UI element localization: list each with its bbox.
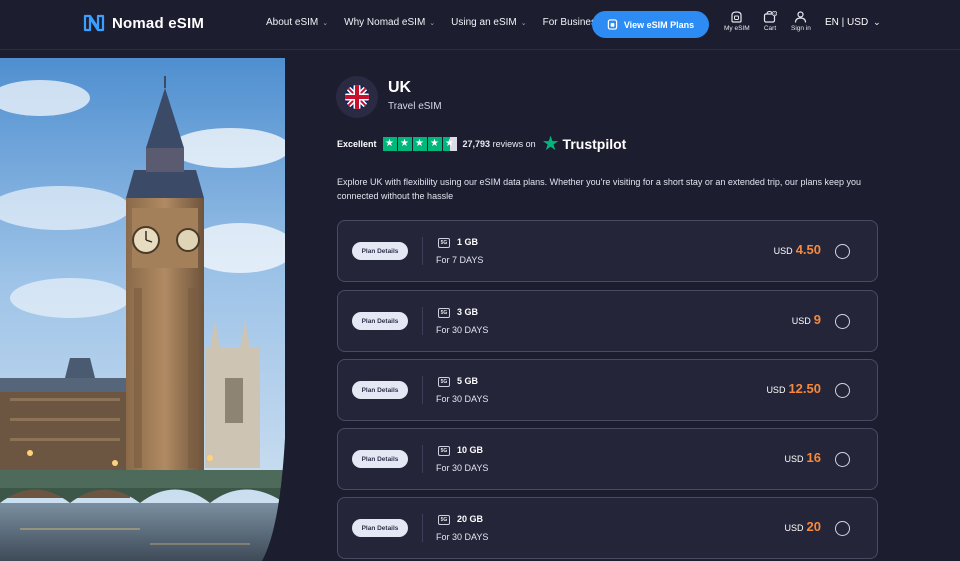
trustpilot-rating[interactable]: Excellent ★ ★ ★ ★ ★ 27,793 reviews on ★ … xyxy=(337,134,626,154)
hero-image-big-ben xyxy=(0,58,285,561)
logo-text: Nomad eSIM xyxy=(112,14,205,32)
sign-in-button[interactable]: Sign in xyxy=(791,11,811,32)
plan-radio[interactable] xyxy=(835,452,850,467)
plan-details-button[interactable]: Plan Details xyxy=(352,312,408,330)
nav-about-esim[interactable]: About eSIM ⌄ xyxy=(266,17,328,28)
my-esim-label: My eSIM xyxy=(724,25,750,32)
plan-radio[interactable] xyxy=(835,314,850,329)
price-amount: 9 xyxy=(813,312,821,327)
plan-data-amount: 10 GB xyxy=(457,445,484,455)
price-amount: 16 xyxy=(806,450,821,465)
plan-details-button[interactable]: Plan Details xyxy=(352,450,408,468)
divider xyxy=(422,445,423,473)
divider xyxy=(422,307,423,335)
plan-radio[interactable] xyxy=(835,521,850,536)
product-description: Explore UK with flexibility using our eS… xyxy=(337,177,861,201)
plan-price: USD 9 xyxy=(792,312,821,327)
star-icon: ★ xyxy=(412,137,427,151)
plan-card[interactable]: Plan Details 5G 5 GB For 30 DAYS USD 12.… xyxy=(337,359,878,421)
plan-details-button[interactable]: Plan Details xyxy=(352,242,408,260)
cart-badge: 0 xyxy=(774,12,776,16)
reviews-text: 27,793 reviews on xyxy=(463,139,536,149)
chevron-down-icon: ⌄ xyxy=(322,19,329,27)
divider xyxy=(422,376,423,404)
price-amount: 12.50 xyxy=(788,381,821,396)
5g-icon: 5G xyxy=(438,515,450,525)
plan-price: USD 16 xyxy=(785,450,821,465)
plan-details-button[interactable]: Plan Details xyxy=(352,519,408,537)
sim-card-icon xyxy=(607,19,618,30)
chevron-down-icon: ⌄ xyxy=(520,19,527,27)
5g-icon: 5G xyxy=(438,308,450,318)
price-currency: USD xyxy=(784,454,804,464)
cart-icon: 0 xyxy=(763,11,777,23)
trustpilot-star-icon: ★ xyxy=(541,133,560,155)
chevron-down-icon: ⌄ xyxy=(429,19,436,27)
divider xyxy=(422,514,423,542)
trustpilot-logo: ★ Trustpilot xyxy=(542,134,627,154)
logo[interactable]: Nomad eSIM xyxy=(83,13,204,33)
plan-radio[interactable] xyxy=(835,383,850,398)
plan-price: USD 12.50 xyxy=(766,381,821,396)
price-currency: USD xyxy=(766,385,786,395)
5g-icon: 5G xyxy=(438,238,450,248)
plan-data-amount: 20 GB xyxy=(457,514,484,524)
nav-why-nomad[interactable]: Why Nomad eSIM ⌄ xyxy=(344,17,435,28)
rating-label: Excellent xyxy=(337,139,377,149)
price-currency: USD xyxy=(773,246,793,256)
main-nav: About eSIM ⌄ Why Nomad eSIM ⌄ Using an e… xyxy=(266,17,601,28)
sim-icon xyxy=(731,11,742,23)
plan-duration: For 30 DAYS xyxy=(436,394,489,404)
site-header: Nomad eSIM About eSIM ⌄ Why Nomad eSIM ⌄… xyxy=(0,0,960,50)
5g-icon: 5G xyxy=(438,377,450,387)
locale-label: EN | USD xyxy=(825,17,869,28)
chevron-down-icon: ⌄ xyxy=(873,17,881,27)
plan-price: USD 4.50 xyxy=(774,242,821,257)
plan-duration: For 7 DAYS xyxy=(436,255,484,265)
page-title: UK xyxy=(388,79,412,96)
half-star-icon: ★ xyxy=(442,137,457,151)
view-esim-plans-button[interactable]: View eSIM Plans xyxy=(592,11,709,38)
reviews-suffix: reviews on xyxy=(492,139,536,149)
my-esim-button[interactable]: My eSIM xyxy=(724,11,750,32)
plan-details-button[interactable]: Plan Details xyxy=(352,381,408,399)
page-subtitle: Travel eSIM xyxy=(388,101,442,112)
plan-card[interactable]: Plan Details 5G 3 GB For 30 DAYS USD 9 xyxy=(337,290,878,352)
nav-label: Why Nomad eSIM xyxy=(344,17,426,28)
cart-label: Cart xyxy=(763,25,777,32)
price-currency: USD xyxy=(784,523,804,533)
locale-selector[interactable]: EN | USD ⌄ xyxy=(825,17,881,28)
plan-radio[interactable] xyxy=(835,244,850,259)
uk-flag-icon xyxy=(336,76,378,118)
plan-duration: For 30 DAYS xyxy=(436,532,489,542)
nomad-logo-icon xyxy=(83,14,105,32)
plan-data-amount: 1 GB xyxy=(457,237,479,247)
star-icon: ★ xyxy=(382,137,397,151)
plan-duration: For 30 DAYS xyxy=(436,463,489,473)
cart-button[interactable]: 0 Cart xyxy=(763,11,777,32)
user-icon xyxy=(795,11,807,23)
nav-label: About eSIM xyxy=(266,17,319,28)
5g-icon: 5G xyxy=(438,446,450,456)
price-currency: USD xyxy=(791,316,811,326)
plan-card[interactable]: Plan Details 5G 1 GB For 7 DAYS USD 4.50 xyxy=(337,220,878,282)
plan-data-amount: 5 GB xyxy=(457,376,479,386)
plan-price: USD 20 xyxy=(785,519,821,534)
star-icon: ★ xyxy=(397,137,412,151)
cta-label: View eSIM Plans xyxy=(623,19,695,30)
star-icon: ★ xyxy=(427,137,442,151)
price-amount: 4.50 xyxy=(795,242,821,257)
divider xyxy=(422,237,423,265)
plan-duration: For 30 DAYS xyxy=(436,325,489,335)
trustpilot-text: Trustpilot xyxy=(562,136,627,152)
rating-stars: ★ ★ ★ ★ ★ xyxy=(382,137,457,151)
nav-using-esim[interactable]: Using an eSIM ⌄ xyxy=(451,17,526,28)
reviews-count: 27,793 xyxy=(462,139,491,149)
plan-card[interactable]: Plan Details 5G 10 GB For 30 DAYS USD 16 xyxy=(337,428,878,490)
price-amount: 20 xyxy=(806,519,821,534)
plan-data-amount: 3 GB xyxy=(457,307,479,317)
plan-card[interactable]: Plan Details 5G 20 GB For 30 DAYS USD 20 xyxy=(337,497,878,559)
nav-label: Using an eSIM xyxy=(451,17,517,28)
sign-in-label: Sign in xyxy=(791,25,811,32)
